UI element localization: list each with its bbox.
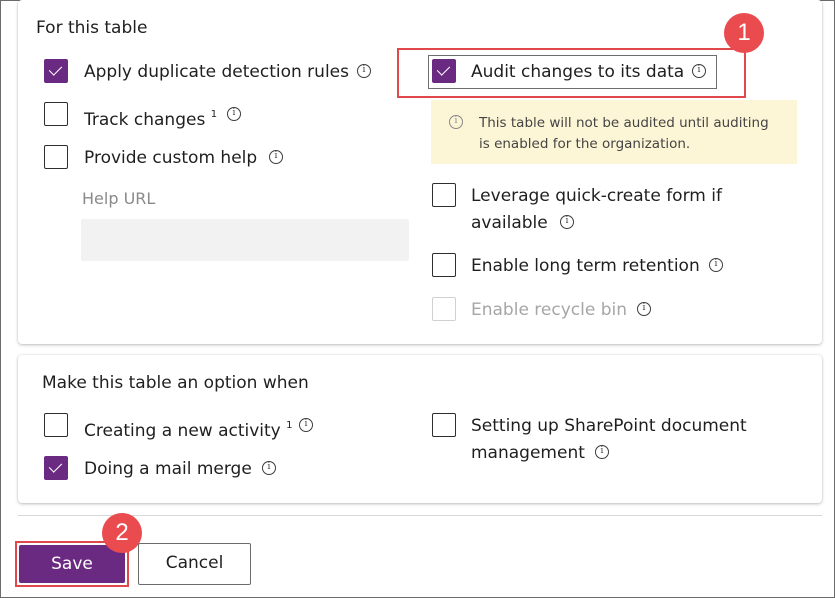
table-section-title: For this table bbox=[36, 18, 148, 38]
recycle-bin-checkbox bbox=[432, 297, 456, 321]
cancel-button[interactable]: Cancel bbox=[138, 543, 251, 585]
track-changes-label: Track changes 1 bbox=[84, 109, 218, 130]
warning-info-icon: i bbox=[449, 115, 463, 129]
quick-create-label: Leverage quick-create form if bbox=[471, 186, 722, 206]
custom-help-label: Provide custom help bbox=[84, 148, 258, 168]
long-term-retention-info-icon[interactable]: i bbox=[709, 258, 723, 272]
audit-changes-label: Audit changes to its data bbox=[471, 62, 685, 82]
callout-badge-2: 2 bbox=[102, 513, 142, 553]
custom-help-info-icon[interactable]: i bbox=[269, 150, 283, 164]
custom-help-checkbox[interactable] bbox=[44, 145, 68, 169]
recycle-bin-label: Enable recycle bin bbox=[471, 300, 628, 320]
new-activity-info-icon[interactable]: i bbox=[299, 418, 313, 432]
audit-warning-banner: i This table will not be audited until a… bbox=[431, 100, 797, 164]
audit-warning-text: This table will not be audited until aud… bbox=[479, 115, 769, 152]
long-term-retention-checkbox[interactable] bbox=[432, 253, 456, 277]
help-url-input[interactable] bbox=[81, 219, 409, 261]
mail-merge-info-icon[interactable]: i bbox=[262, 461, 276, 475]
duplicate-detection-label: Apply duplicate detection rules bbox=[84, 62, 349, 82]
new-activity-checkbox[interactable] bbox=[44, 413, 68, 437]
option-section-title: Make this table an option when bbox=[42, 373, 309, 393]
new-activity-label: Creating a new activity 1 bbox=[84, 420, 293, 441]
footer-divider bbox=[18, 515, 822, 516]
sharepoint-label-line2: management bbox=[471, 443, 585, 463]
audit-changes-info-icon[interactable]: i bbox=[692, 64, 706, 78]
long-term-retention-label: Enable long term retention bbox=[471, 256, 700, 276]
sharepoint-info-icon[interactable]: i bbox=[595, 445, 609, 459]
quick-create-checkbox[interactable] bbox=[432, 183, 456, 207]
sharepoint-checkbox[interactable] bbox=[432, 413, 456, 437]
help-url-label: Help URL bbox=[82, 189, 156, 208]
track-changes-checkbox[interactable] bbox=[44, 102, 68, 126]
save-button[interactable]: Save bbox=[19, 545, 125, 583]
quick-create-info-icon[interactable]: i bbox=[560, 215, 574, 229]
audit-changes-checkbox[interactable] bbox=[432, 59, 456, 83]
recycle-bin-info-icon[interactable]: i bbox=[637, 302, 651, 316]
mail-merge-checkbox[interactable] bbox=[44, 456, 68, 480]
quick-create-label-line2: available bbox=[471, 213, 548, 233]
track-changes-info-icon[interactable]: i bbox=[227, 107, 241, 121]
duplicate-detection-checkbox[interactable] bbox=[44, 59, 68, 83]
duplicate-detection-info-icon[interactable]: i bbox=[357, 64, 371, 78]
sharepoint-label: Setting up SharePoint document bbox=[471, 416, 747, 436]
mail-merge-label: Doing a mail merge bbox=[84, 459, 252, 479]
callout-badge-1: 1 bbox=[724, 13, 764, 53]
